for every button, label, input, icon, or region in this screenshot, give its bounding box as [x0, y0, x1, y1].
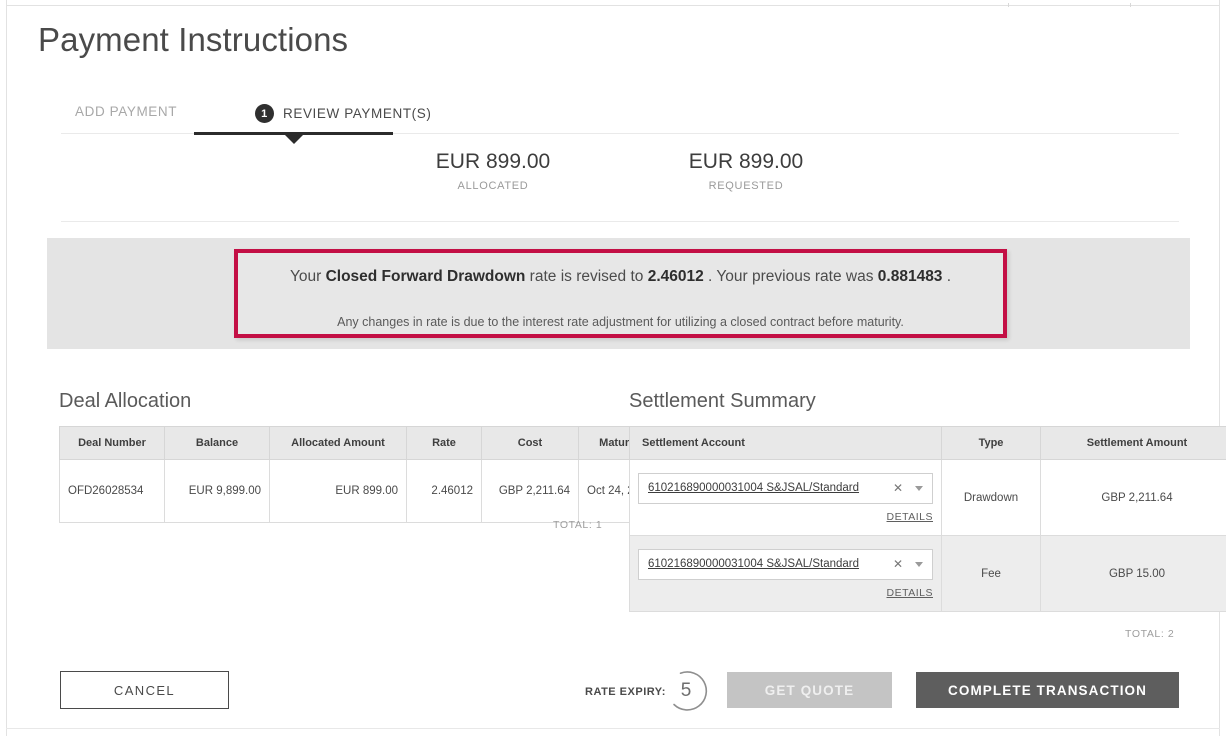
- rate-expiry-value: 5: [680, 680, 692, 701]
- requested-label: REQUESTED: [708, 180, 784, 192]
- tab-review-payments[interactable]: 1 REVIEW PAYMENT(S): [255, 104, 431, 134]
- settlement-account-value: 610216890000031004 S&JSAL/Standard: [648, 482, 860, 494]
- column-header-cost: Cost: [481, 426, 579, 460]
- deal-allocation-title: Deal Allocation: [59, 390, 192, 412]
- table-header-row: Deal Number Balance Allocated Amount Rat…: [59, 426, 690, 460]
- cell-cost: GBP 2,211.64: [481, 459, 579, 523]
- column-header-allocated-amount: Allocated Amount: [269, 426, 407, 460]
- tab-active-arrow-icon: [285, 135, 303, 144]
- table-row: 610216890000031004 S&JSAL/Standard ✕ DET…: [629, 459, 1226, 536]
- settlement-summary-table: Settlement Account Type Settlement Amoun…: [629, 426, 1226, 612]
- frame-edge-bottom: [6, 728, 1220, 729]
- table-header-row: Settlement Account Type Settlement Amoun…: [629, 426, 1226, 460]
- frame-edge-top: [6, 5, 1220, 6]
- settlement-summary-total: TOTAL: 2: [1125, 628, 1175, 640]
- alert-new-rate: 2.46012: [647, 268, 704, 285]
- tab-review-badge: 1: [255, 104, 274, 123]
- cell-allocated-amount: EUR 899.00: [269, 459, 407, 523]
- deal-allocation-total: TOTAL: 1: [553, 519, 603, 531]
- settlement-account-value: 610216890000031004 S&JSAL/Standard: [648, 558, 860, 570]
- complete-transaction-button[interactable]: COMPLETE TRANSACTION: [916, 672, 1179, 708]
- column-header-settlement-amount: Settlement Amount: [1040, 426, 1226, 460]
- get-quote-button[interactable]: GET QUOTE: [727, 672, 892, 708]
- alert-text-mid: rate is revised to: [525, 268, 648, 285]
- cell-type: Fee: [941, 535, 1041, 612]
- cell-rate: 2.46012: [406, 459, 482, 523]
- details-link[interactable]: DETAILS: [638, 587, 933, 599]
- column-header-balance: Balance: [164, 426, 270, 460]
- alert-primary-text: Your Closed Forward Drawdown rate is rev…: [238, 268, 1003, 286]
- alert-text-suffix: .: [942, 268, 952, 285]
- alert-text-mid2: . Your previous rate was: [703, 268, 878, 285]
- tab-add-payment-label: ADD PAYMENT: [75, 104, 178, 119]
- summary-divider: [61, 221, 1179, 222]
- table-row: OFD26028534 EUR 9,899.00 EUR 899.00 2.46…: [59, 459, 690, 523]
- amount-summary: EUR 899.00 ALLOCATED EUR 899.00 REQUESTE…: [61, 150, 1179, 220]
- cell-balance: EUR 9,899.00: [164, 459, 270, 523]
- column-header-settlement-account: Settlement Account: [629, 426, 942, 460]
- tab-review-payments-label: REVIEW PAYMENT(S): [283, 106, 432, 121]
- chevron-down-icon[interactable]: [915, 485, 923, 491]
- cell-settlement-amount: GBP 2,211.64: [1040, 459, 1226, 536]
- ruler-tick: [1130, 3, 1131, 7]
- chevron-down-icon[interactable]: [915, 561, 923, 567]
- allocated-label: ALLOCATED: [457, 180, 529, 192]
- clear-icon[interactable]: ✕: [893, 482, 903, 494]
- settlement-account-select[interactable]: 610216890000031004 S&JSAL/Standard ✕: [638, 472, 933, 504]
- column-header-deal-number: Deal Number: [59, 426, 165, 460]
- column-header-rate: Rate: [406, 426, 482, 460]
- page-title: Payment Instructions: [38, 21, 349, 58]
- cell-deal-number: OFD26028534: [59, 459, 165, 523]
- alert-previous-rate: 0.881483: [877, 268, 943, 285]
- requested-amount: EUR 899.00: [688, 150, 804, 173]
- clear-icon[interactable]: ✕: [893, 558, 903, 570]
- deal-allocation-table: Deal Number Balance Allocated Amount Rat…: [59, 426, 690, 523]
- requested-summary: EUR 899.00 REQUESTED: [636, 150, 856, 192]
- settlement-account-select[interactable]: 610216890000031004 S&JSAL/Standard ✕: [638, 548, 933, 580]
- details-link[interactable]: DETAILS: [638, 511, 933, 523]
- allocated-amount: EUR 899.00: [435, 150, 551, 173]
- tab-add-payment[interactable]: ADD PAYMENT: [75, 104, 177, 130]
- settlement-summary-title: Settlement Summary: [629, 390, 816, 412]
- cell-type: Drawdown: [941, 459, 1041, 536]
- alert-secondary-text: Any changes in rate is due to the intere…: [337, 315, 904, 329]
- payment-instructions-page: Payment Instructions ADD PAYMENT 1 REVIE…: [0, 0, 1226, 736]
- column-header-type: Type: [941, 426, 1041, 460]
- cell-settlement-account: 610216890000031004 S&JSAL/Standard ✕ DET…: [629, 459, 942, 536]
- alert-text-prefix: Your: [289, 268, 326, 285]
- rate-revision-alert: Your Closed Forward Drawdown rate is rev…: [234, 249, 1007, 338]
- frame-edge-right: [1219, 0, 1220, 736]
- alert-product-name: Closed Forward Drawdown: [325, 268, 526, 285]
- allocated-summary: EUR 899.00 ALLOCATED: [383, 150, 603, 192]
- frame-edge-left: [6, 0, 7, 736]
- cancel-button[interactable]: CANCEL: [60, 671, 229, 709]
- cell-settlement-account: 610216890000031004 S&JSAL/Standard ✕ DET…: [629, 535, 942, 612]
- table-row: 610216890000031004 S&JSAL/Standard ✕ DET…: [629, 535, 1226, 612]
- ruler-tick: [1008, 3, 1009, 7]
- tab-bar: ADD PAYMENT 1 REVIEW PAYMENT(S): [61, 104, 1179, 144]
- rate-expiry-label: RATE EXPIRY:: [585, 686, 666, 698]
- cell-settlement-amount: GBP 15.00: [1040, 535, 1226, 612]
